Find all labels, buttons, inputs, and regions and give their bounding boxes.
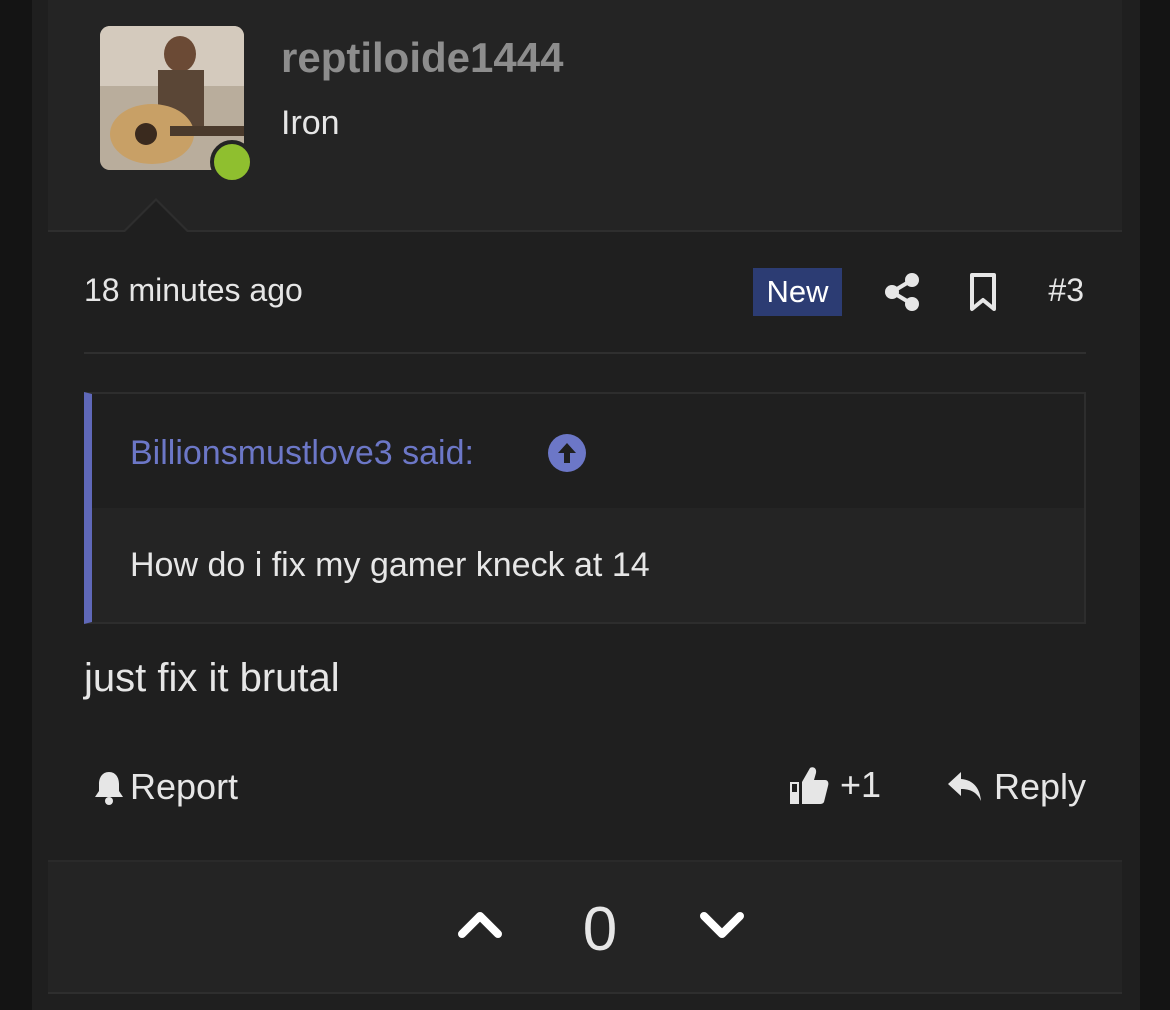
share-icon[interactable]	[884, 272, 920, 312]
chevron-down-icon[interactable]	[700, 912, 744, 940]
post-time[interactable]: 18 minutes ago	[84, 272, 303, 309]
post-number[interactable]: #3	[1048, 272, 1084, 309]
chevron-up-icon[interactable]	[458, 910, 502, 938]
bookmark-icon[interactable]	[968, 272, 998, 312]
quote-author[interactable]: Billionsmustlove3 said:	[130, 434, 474, 473]
quote-text: How do i fix my gamer kneck at 14	[130, 546, 650, 584]
reply-icon	[947, 772, 981, 801]
vote-score: 0	[582, 895, 618, 964]
post-user-block: reptiloide1444 Iron	[48, 0, 1122, 232]
new-badge: New	[753, 268, 842, 316]
like-count: +1	[840, 764, 882, 805]
post-meta-row: 18 minutes ago New #3	[84, 262, 1084, 322]
online-status-dot	[210, 140, 254, 184]
like-button[interactable]: +1	[788, 764, 881, 806]
post-actions: Report +1 Reply	[84, 760, 1086, 816]
arrow-up-circle-icon[interactable]	[548, 434, 586, 472]
username[interactable]: reptiloide1444	[281, 34, 563, 82]
reply-label: Reply	[993, 766, 1086, 807]
thumbs-up-icon	[790, 767, 829, 804]
quote-block: Billionsmustlove3 said: How do i fix my …	[84, 392, 1086, 624]
reply-button[interactable]: Reply	[946, 766, 1086, 808]
user-title: Iron	[281, 104, 340, 142]
report-label: Report	[130, 766, 239, 807]
post-container: reptiloide1444 Iron 18 minutes ago New #…	[32, 0, 1140, 1010]
report-button[interactable]: Report	[92, 766, 238, 808]
bell-icon	[95, 772, 123, 805]
quote-body: How do i fix my gamer kneck at 14	[92, 508, 1084, 622]
user-block-pointer-inner	[124, 201, 188, 233]
post-message: just fix it brutal	[84, 656, 340, 700]
quote-header: Billionsmustlove3 said:	[92, 394, 1084, 508]
vote-bar: 0	[48, 860, 1122, 994]
meta-divider	[84, 352, 1086, 354]
